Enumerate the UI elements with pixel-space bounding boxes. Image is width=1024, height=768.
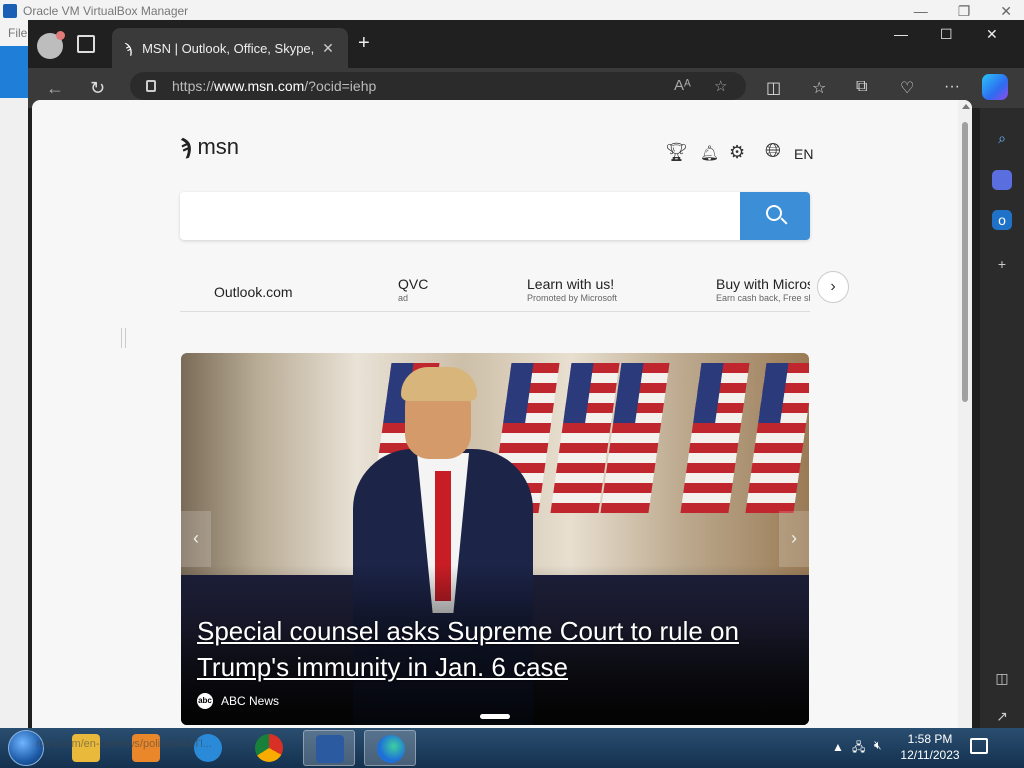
edge-sidebar: ⌕ o + ◫ ↗ [980,108,1024,728]
tab-close-icon[interactable]: ✕ [322,40,334,57]
close-button[interactable]: ✕ [986,26,998,43]
search-input[interactable] [180,192,738,240]
notifications-bell-icon[interactable]: 🔔︎ [700,144,719,162]
hero-next-button[interactable]: › [779,511,809,567]
scrollbar[interactable] [958,100,972,728]
page-viewport: ϡ msn 🏆︎ 🔔︎ ⚙ 🌐︎ EN Outlook.com QVC ad L… [32,100,972,728]
back-icon[interactable]: ← [46,78,64,99]
drag-handle[interactable] [121,328,126,348]
vbox-titlebar: Oracle VM VirtualBox Manager — ❐ ✕ [0,0,1024,22]
sidebar-add-icon[interactable]: + [992,254,1012,274]
hero-source-name: ABC News [221,694,280,708]
refresh-icon[interactable]: ↻ [90,78,105,99]
url-domain: www.msn.com [214,78,305,94]
tab-msn[interactable]: ϡ MSN | Outlook, Office, Skype, Bing ✕ [112,28,348,68]
taskbar-edge[interactable] [364,730,416,766]
profile-avatar[interactable] [37,31,65,59]
vbox-restore-button[interactable]: ❐ [958,3,971,20]
url-prefix: https:// [172,78,215,94]
sidebar-hide-icon[interactable]: ◫ [992,668,1012,688]
quick-link-learn[interactable]: Learn with us! Promoted by Microsoft [527,276,617,303]
vbox-minimize-button[interactable]: — [914,3,928,19]
quick-link-qvc[interactable]: QVC ad [398,276,428,303]
status-url: msn.com/en-us/news/politics/AATl... [36,738,212,750]
tab-actions-icon[interactable] [77,35,95,53]
tab-title: MSN | Outlook, Office, Skype, Bing [142,40,315,56]
hero-headline[interactable]: Special counsel asks Supreme Court to ru… [197,613,797,685]
sidebar-settings-icon[interactable]: ↗ [992,706,1012,726]
hero-card[interactable]: ‹ › Special counsel asks Supreme Court t… [181,353,809,725]
browser-essentials-icon[interactable]: ♡ [900,78,914,98]
quick-links-next-button[interactable]: › [817,271,849,303]
sidebar-outlook-icon[interactable]: o [992,210,1012,230]
quick-link-outlook[interactable]: Outlook.com [214,284,293,300]
vbox-close-button[interactable]: ✕ [1000,3,1012,20]
maximize-button[interactable]: ☐ [940,26,953,43]
edge-window: ϡ MSN | Outlook, Office, Skype, Bing ✕ +… [28,20,1024,728]
msn-favicon-icon: ϡ [124,40,133,56]
new-tab-button[interactable]: + [358,32,370,55]
clock-date: 12/11/2023 [900,748,960,762]
split-screen-icon[interactable]: ◫ [766,78,781,98]
tab-bar: ϡ MSN | Outlook, Office, Skype, Bing ✕ +… [28,20,1024,68]
address-bar[interactable]: https:// www.msn.com /?ocid=iehp Aᴬ ☆ [130,72,746,100]
copilot-icon[interactable] [982,74,1008,100]
favorite-star-icon[interactable]: ☆ [714,77,727,95]
volume-muted-icon[interactable]: 🔇︎ [874,738,882,753]
sidebar-copilot-icon[interactable] [992,170,1012,190]
clock-time: 1:58 PM [907,732,953,746]
language-selector[interactable]: EN [794,146,813,162]
quick-link-buy[interactable]: Buy with Microsoft Earn cash back, Free … [716,276,810,303]
lock-icon[interactable] [146,80,156,92]
hero-prev-button[interactable]: ‹ [181,511,211,567]
url-path: /?ocid=iehp [304,78,377,94]
minimize-button[interactable]: — [894,26,908,42]
read-aloud-icon[interactable]: Aᴬ [674,77,691,94]
msn-butterfly-icon: ϡ [179,134,193,159]
globe-icon[interactable]: 🌐︎ [765,140,781,163]
show-hidden-icons-icon[interactable]: ▲ [832,740,844,754]
settings-gear-icon[interactable]: ⚙ [729,142,745,163]
search-box [180,192,810,240]
vbox-menu-file[interactable]: File [0,22,28,46]
vbox-tools-button[interactable] [0,46,28,98]
sidebar-search-icon[interactable]: ⌕ [992,128,1012,148]
vbox-window-controls: — ❐ ✕ [914,0,1012,22]
more-menu-icon[interactable]: ··· [944,78,960,96]
rewards-trophy-icon[interactable]: 🏆︎ [665,142,688,163]
quick-links: Outlook.com QVC ad Learn with us! Promot… [180,272,810,312]
hero-source[interactable]: abc ABC News [197,693,279,709]
abc-news-logo-icon: abc [197,693,213,709]
msn-logo-text: msn [197,134,239,159]
network-icon[interactable]: 🖧︎ [852,738,865,759]
vbox-left-pane [0,98,28,728]
virtualbox-icon [3,4,17,18]
search-button[interactable] [740,192,810,240]
scrollbar-thumb[interactable] [962,122,968,402]
vbox-title: Oracle VM VirtualBox Manager [23,4,189,18]
carousel-indicator[interactable] [480,714,510,719]
msn-logo[interactable]: ϡ msn [179,134,239,160]
notification-icon[interactable] [970,738,988,754]
favorites-icon[interactable]: ☆ [812,78,826,98]
edge-icon [377,735,405,763]
scroll-up-icon[interactable] [962,104,970,109]
collections-icon[interactable]: ⧉ [856,78,867,96]
clock[interactable]: 1:58 PM 12/11/2023 [900,731,960,763]
